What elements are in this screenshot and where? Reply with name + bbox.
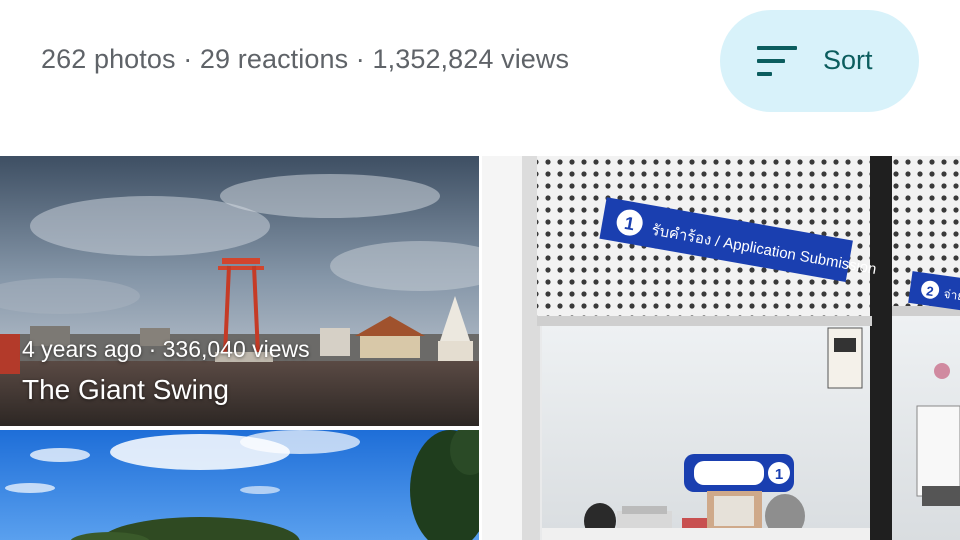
counter-number: 1 <box>775 466 783 483</box>
landscape-photo <box>0 430 479 540</box>
photo-stats: 262 photos · 29 reactions · 1,352,824 vi… <box>41 44 570 74</box>
sort-lines-icon <box>757 46 797 76</box>
photo-meta: 4 years ago · 336,040 views <box>22 336 310 362</box>
photo-tile-giant-swing[interactable]: 4 years ago · 336,040 views The Giant Sw… <box>0 156 479 426</box>
photo-tile-office[interactable]: 1 รับคำร้อง / Application Submission 2 จ… <box>482 156 960 540</box>
office-photo: 1 รับคำร้อง / Application Submission 2 จ… <box>482 156 960 540</box>
sort-label: Sort <box>823 45 873 75</box>
photo-title: The Giant Swing <box>22 374 229 405</box>
sort-button[interactable]: Sort <box>720 10 919 112</box>
photo-tile-landscape[interactable] <box>0 430 479 540</box>
